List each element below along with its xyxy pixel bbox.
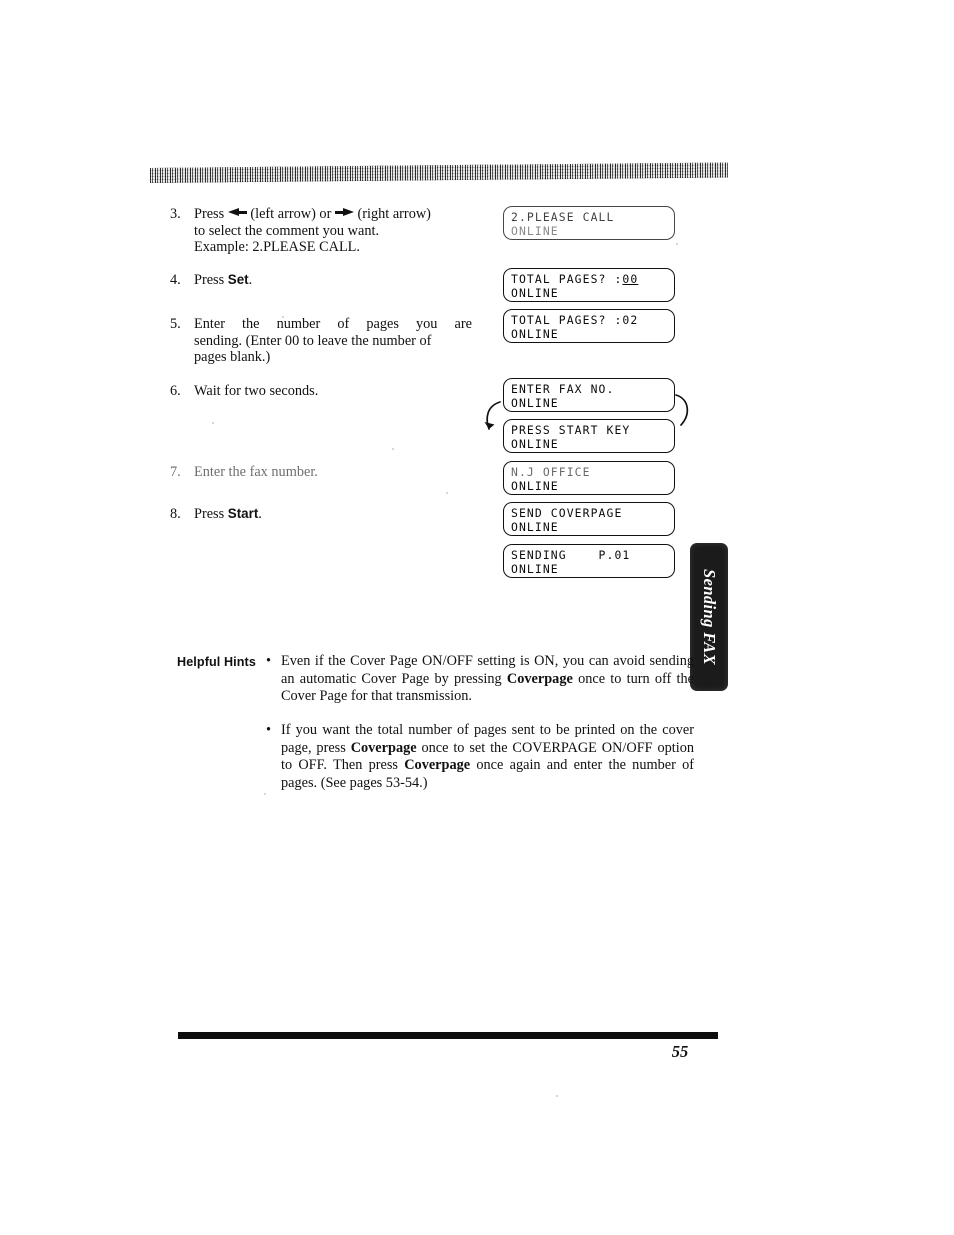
hint-2-bold-coverpage-2: Coverpage xyxy=(404,757,471,774)
step-3-line2: to select the comment you want. xyxy=(194,222,380,239)
left-arrow-icon xyxy=(227,208,247,217)
step-7: 7. Enter the fax number. xyxy=(170,464,470,481)
step-8-body: Press Start. xyxy=(194,506,470,523)
step-3-line1-prefix: Press xyxy=(194,206,228,222)
lcd-send-coverpage-line1: SEND COVERPAGE xyxy=(511,506,623,520)
step-3: 3. Press (left arrow) or (right arrow) t… xyxy=(170,206,470,256)
lcd-press-start-key-line1: PRESS START KEY xyxy=(511,423,631,437)
hint-2-bold-coverpage-1: Coverpage xyxy=(350,739,417,756)
footer-rule xyxy=(178,1032,718,1039)
lcd-please-call-line1: 2.PLEASE CALL xyxy=(511,210,615,224)
lcd-nj-office: N.J OFFICE ONLINE xyxy=(503,461,675,495)
lcd-total-pages-00-prefix: TOTAL PAGES? : xyxy=(511,272,623,286)
step-5: 5. Enter the number of pages you are sen… xyxy=(170,316,472,366)
lcd-press-start-key: PRESS START KEY ONLINE xyxy=(503,419,675,453)
lcd-total-pages-02-line2: ONLINE xyxy=(511,327,559,341)
lcd-sending-p01-line2: ONLINE xyxy=(511,562,559,576)
step-5-line1: Enter the number of pages you are xyxy=(194,316,472,332)
step-3-number: 3. xyxy=(170,206,181,222)
step-4-text-before: Press xyxy=(194,272,228,288)
step-5-number: 5. xyxy=(170,316,181,332)
lcd-nj-office-line2: ONLINE xyxy=(511,479,559,493)
lcd-total-pages-02-line1: TOTAL PAGES? :02 xyxy=(511,313,639,327)
step-8-number: 8. xyxy=(170,506,181,522)
step-3-line3: Example: 2.PLEASE CALL. xyxy=(194,239,360,256)
lcd-enter-fax-no: ENTER FAX NO. ONLINE xyxy=(503,378,675,412)
bullet-icon: • xyxy=(266,653,272,669)
document-page: 3. Press (left arrow) or (right arrow) t… xyxy=(0,0,954,1235)
helpful-hint-item-1: • Even if the Cover Page ON/OFF setting … xyxy=(266,653,694,706)
lcd-total-pages-00-value: 00 xyxy=(622,272,639,286)
lcd-total-pages-00-line1: TOTAL PAGES? :00 xyxy=(511,272,674,286)
step-4-body: Press Set. xyxy=(194,272,470,289)
lcd-total-pages-02: TOTAL PAGES? :02 ONLINE xyxy=(503,309,675,343)
step-6: 6. Wait for two seconds. xyxy=(170,383,470,400)
helpful-hints-label: Helpful Hints xyxy=(177,655,256,669)
lcd-enter-fax-no-line2: ONLINE xyxy=(511,396,559,410)
lcd-send-coverpage: SEND COVERPAGE ONLINE xyxy=(503,502,675,536)
step-8-text-after: . xyxy=(258,506,262,522)
cycle-arrow-right-icon xyxy=(671,392,697,436)
step-8: 8. Press Start. xyxy=(170,506,470,523)
lcd-please-call: 2.PLEASE CALL ONLINE xyxy=(503,206,675,240)
hint-1-bold-coverpage: Coverpage xyxy=(506,670,573,687)
lcd-enter-fax-no-line1: ENTER FAX NO. xyxy=(511,382,615,396)
helpful-hint-item-1-text: Even if the Cover Page ON/OFF setting is… xyxy=(281,653,694,706)
step-3-right-arrow-caption: (right arrow) xyxy=(357,206,431,222)
lcd-total-pages-00: TOTAL PAGES? :00 ONLINE xyxy=(503,268,675,302)
step-8-text-before: Press xyxy=(194,506,228,522)
step-5-body: Enter the number of pages you are sendin… xyxy=(194,316,472,366)
side-tab-label: Sending FAX xyxy=(700,569,719,665)
right-arrow-icon xyxy=(334,208,354,217)
step-3-conjunction: or xyxy=(315,206,335,222)
lcd-sending-p01: SENDING P.01 ONLINE xyxy=(503,544,675,578)
helpful-hint-item-2: • If you want the total number of pages … xyxy=(266,722,694,792)
step-6-text: Wait for two seconds. xyxy=(194,383,319,399)
step-7-number: 7. xyxy=(170,464,181,480)
lcd-please-call-line2: ONLINE xyxy=(511,224,559,238)
set-key-label: Set xyxy=(227,272,249,287)
step-4-number: 4. xyxy=(170,272,181,288)
start-key-label: Start xyxy=(227,506,259,521)
scan-noise-band-top xyxy=(149,162,729,183)
page-number: 55 xyxy=(671,1042,689,1061)
step-7-text: Enter the fax number. xyxy=(194,464,318,480)
cycle-arrow-left-icon xyxy=(480,398,506,442)
lcd-send-coverpage-line2: ONLINE xyxy=(511,520,559,534)
step-3-body: Press (left arrow) or (right arrow) to s… xyxy=(194,206,470,256)
step-5-line3: pages blank.) xyxy=(194,349,271,366)
step-6-number: 6. xyxy=(170,383,181,399)
section-side-tab: Sending FAX xyxy=(690,543,728,691)
bullet-icon: • xyxy=(266,722,272,738)
step-3-left-arrow-caption: (left arrow) xyxy=(250,206,316,222)
step-5-line2: sending. (Enter 00 to leave the number o… xyxy=(194,332,432,349)
lcd-total-pages-00-line2: ONLINE xyxy=(511,286,559,300)
helpful-hint-item-2-text: If you want the total number of pages se… xyxy=(281,722,694,792)
lcd-nj-office-line1: N.J OFFICE xyxy=(511,465,591,479)
lcd-sending-p01-line1: SENDING P.01 xyxy=(511,548,631,562)
lcd-press-start-key-line2: ONLINE xyxy=(511,437,559,451)
step-4: 4. Press Set. xyxy=(170,272,470,289)
step-4-text-after: . xyxy=(248,272,253,288)
